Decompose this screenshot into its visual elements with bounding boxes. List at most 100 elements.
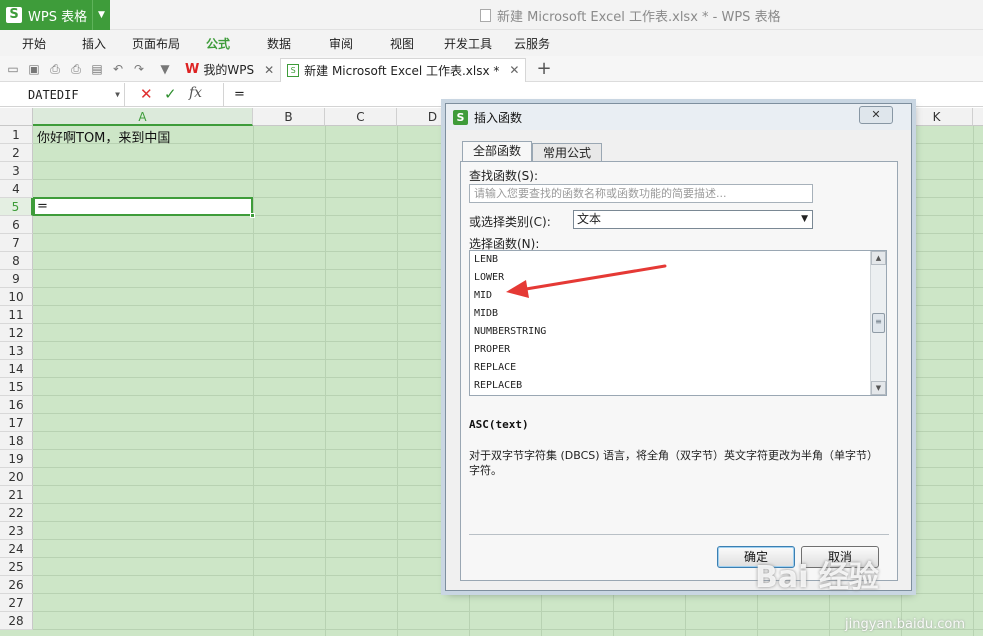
close-icon[interactable]: ✕ bbox=[264, 63, 274, 77]
export-icon[interactable]: ⎙ bbox=[47, 61, 63, 77]
row-header[interactable]: 12 bbox=[0, 324, 33, 342]
close-icon[interactable]: ✕ bbox=[509, 63, 519, 77]
app-menu-button[interactable]: S WPS 表格 ▼ bbox=[0, 0, 110, 30]
category-select[interactable]: 文本 ▼ bbox=[573, 210, 813, 229]
open-icon[interactable]: ▭ bbox=[5, 61, 21, 77]
row-header[interactable]: 14 bbox=[0, 360, 33, 378]
column-header-c[interactable]: C bbox=[325, 108, 397, 126]
tab-all-functions[interactable]: 全部函数 bbox=[462, 141, 532, 163]
row-header[interactable]: 27 bbox=[0, 594, 33, 612]
list-item[interactable]: NUMBERSTRING bbox=[474, 323, 546, 341]
tab-my-wps[interactable]: W 我的WPS ✕ bbox=[179, 58, 280, 82]
row-header[interactable]: 18 bbox=[0, 432, 33, 450]
fill-handle[interactable] bbox=[250, 213, 255, 218]
row-header[interactable]: 25 bbox=[0, 558, 33, 576]
wps-logo-icon: S bbox=[6, 7, 22, 23]
scroll-thumb[interactable]: ≡ bbox=[872, 313, 885, 333]
name-box[interactable]: DATEDIF ▼ bbox=[0, 83, 125, 107]
menu-item-formulas[interactable]: 公式 bbox=[204, 30, 232, 56]
menu-item-view[interactable]: 视图 bbox=[388, 30, 416, 56]
insert-function-icon[interactable]: fx bbox=[189, 85, 202, 101]
menu-item-insert[interactable]: 插入 bbox=[80, 30, 108, 56]
select-all-corner[interactable] bbox=[0, 108, 33, 126]
row-header[interactable]: 17 bbox=[0, 414, 33, 432]
undo-icon[interactable]: ↶ bbox=[110, 61, 126, 77]
redo-icon[interactable]: ↷ bbox=[131, 61, 147, 77]
list-item[interactable]: REPLACE bbox=[474, 359, 516, 377]
close-button[interactable]: ✕ bbox=[859, 106, 893, 124]
column-header-b[interactable]: B bbox=[253, 108, 325, 126]
list-item[interactable]: MID bbox=[474, 287, 492, 305]
row-header[interactable]: 21 bbox=[0, 486, 33, 504]
list-item[interactable]: LOWER bbox=[474, 269, 504, 287]
function-signature: ASC(text) bbox=[469, 418, 529, 431]
function-list[interactable]: LENB LOWER MID MIDB NUMBERSTRING PROPER … bbox=[469, 250, 887, 396]
row-header[interactable]: 11 bbox=[0, 306, 33, 324]
print-preview-icon[interactable]: ▤ bbox=[89, 61, 105, 77]
cell-a1[interactable]: 你好啊TOM，来到中国 bbox=[37, 127, 170, 146]
row-header[interactable]: 28 bbox=[0, 612, 33, 630]
row-header[interactable]: 5 bbox=[0, 198, 33, 216]
list-item[interactable]: MIDB bbox=[474, 305, 498, 323]
row-header[interactable]: 8 bbox=[0, 252, 33, 270]
row-header[interactable]: 9 bbox=[0, 270, 33, 288]
dialog-panel: 查找函数(S): 请输入您要查找的函数名称或函数功能的简要描述... 或选择类别… bbox=[460, 161, 898, 581]
tab-common-formulas[interactable]: 常用公式 bbox=[532, 143, 602, 163]
row-header[interactable]: 13 bbox=[0, 342, 33, 360]
name-box-value: DATEDIF bbox=[28, 88, 79, 102]
tab-workbook[interactable]: S 新建 Microsoft Excel 工作表.xlsx * ✕ bbox=[280, 57, 527, 82]
app-name: WPS 表格 bbox=[28, 9, 88, 25]
function-list-scrollbar[interactable]: ▲ ≡ ▼ bbox=[870, 251, 886, 395]
customize-toolbar-icon[interactable]: ▼ bbox=[157, 61, 173, 77]
chevron-down-icon[interactable]: ▼ bbox=[92, 0, 110, 30]
save-icon[interactable]: ▣ bbox=[26, 61, 42, 77]
row-header[interactable]: 26 bbox=[0, 576, 33, 594]
menu-item-review[interactable]: 审阅 bbox=[327, 30, 355, 56]
row-header[interactable]: 7 bbox=[0, 234, 33, 252]
column-header-a[interactable]: A bbox=[33, 108, 253, 126]
function-search-input[interactable]: 请输入您要查找的函数名称或函数功能的简要描述... bbox=[469, 184, 813, 203]
row-header[interactable]: 3 bbox=[0, 162, 33, 180]
spreadsheet-icon: S bbox=[287, 63, 300, 77]
chevron-down-icon[interactable]: ▼ bbox=[801, 211, 808, 228]
menu-item-data[interactable]: 数据 bbox=[265, 30, 293, 56]
print-icon[interactable]: ⎙ bbox=[68, 61, 84, 77]
menu-item-home[interactable]: 开始 bbox=[20, 30, 48, 56]
quick-access-toolbar: ▭ ▣ ⎙ ⎙ ▤ ↶ ↷ ▼ W 我的WPS ✕ S 新建 Microsoft… bbox=[0, 56, 983, 82]
row-header[interactable]: 16 bbox=[0, 396, 33, 414]
menu-item-page-layout[interactable]: 页面布局 bbox=[130, 30, 182, 56]
dialog-title: 插入函数 bbox=[474, 111, 523, 125]
dialog-title-bar[interactable]: S 插入函数 ✕ bbox=[446, 104, 911, 130]
scroll-up-icon[interactable]: ▲ bbox=[871, 251, 886, 265]
row-header[interactable]: 2 bbox=[0, 144, 33, 162]
tab-label: 我的WPS bbox=[203, 63, 255, 77]
category-value: 文本 bbox=[577, 212, 602, 226]
row-header[interactable]: 22 bbox=[0, 504, 33, 522]
row-header[interactable]: 19 bbox=[0, 450, 33, 468]
row-header[interactable]: 24 bbox=[0, 540, 33, 558]
list-item[interactable]: PROPER bbox=[474, 341, 510, 359]
cell-a5-active[interactable]: = bbox=[33, 197, 253, 216]
baidu-watermark-logo: Bai 经验 bbox=[755, 560, 879, 595]
row-header[interactable]: 4 bbox=[0, 180, 33, 198]
function-description: 对于双字节字符集 (DBCS) 语言，将全角（双字节）英文字符更改为半角（单字节… bbox=[469, 449, 879, 477]
list-item[interactable]: REPLACEB bbox=[474, 377, 522, 395]
row-header[interactable]: 15 bbox=[0, 378, 33, 396]
row-header[interactable]: 20 bbox=[0, 468, 33, 486]
chevron-down-icon[interactable]: ▼ bbox=[115, 83, 120, 107]
tab-label: 新建 Microsoft Excel 工作表.xlsx * bbox=[304, 63, 500, 78]
cancel-icon[interactable]: ✕ bbox=[140, 85, 153, 103]
scroll-down-icon[interactable]: ▼ bbox=[871, 381, 886, 395]
window-title: 新建 Microsoft Excel 工作表.xlsx * - WPS 表格 bbox=[480, 6, 781, 25]
column-header[interactable] bbox=[973, 108, 983, 126]
row-header[interactable]: 6 bbox=[0, 216, 33, 234]
confirm-icon[interactable]: ✓ bbox=[164, 85, 177, 103]
watermark-url: jingyan.baidu.com bbox=[845, 617, 965, 632]
row-header[interactable]: 10 bbox=[0, 288, 33, 306]
list-item[interactable]: LENB bbox=[474, 251, 498, 269]
row-header[interactable]: 23 bbox=[0, 522, 33, 540]
menu-item-cloud[interactable]: 云服务 bbox=[512, 30, 552, 56]
menu-item-developer[interactable]: 开发工具 bbox=[442, 30, 494, 56]
row-header[interactable]: 1 bbox=[0, 126, 33, 144]
add-tab-icon[interactable]: + bbox=[536, 59, 551, 78]
